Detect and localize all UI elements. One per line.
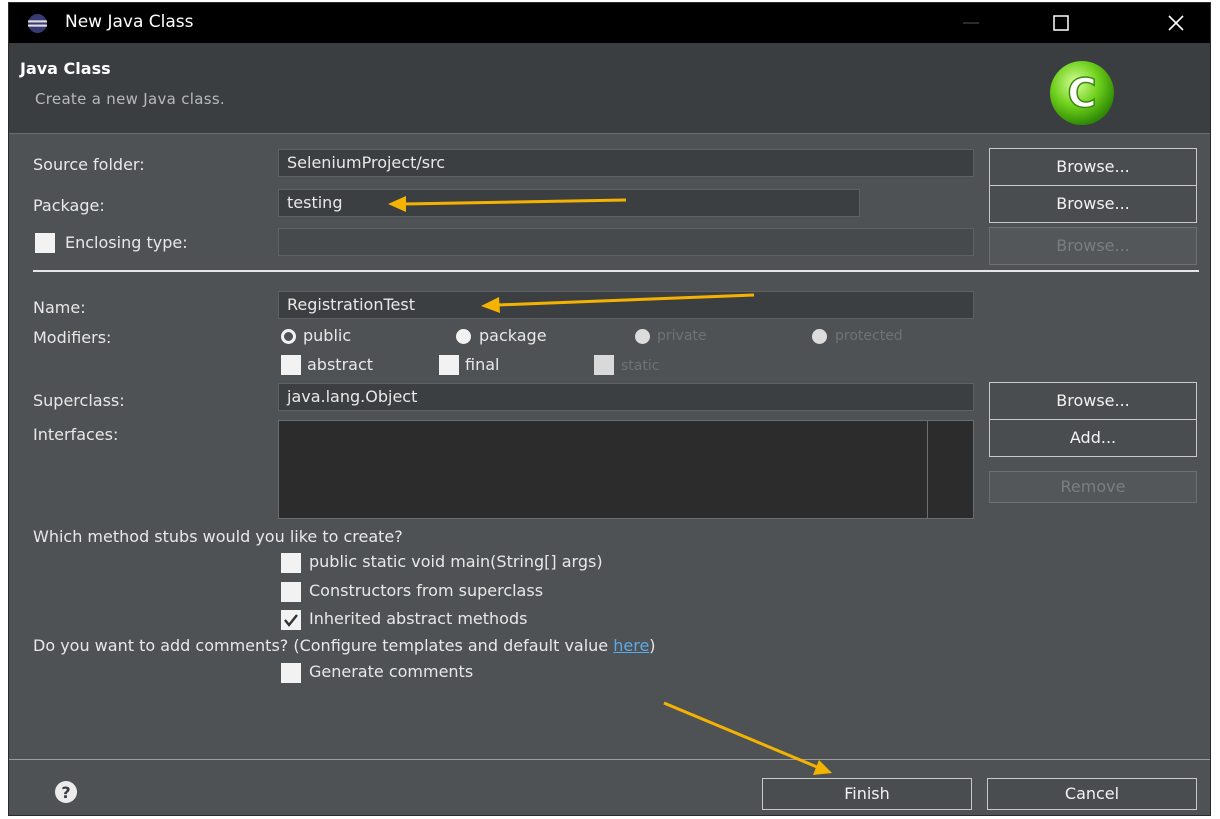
interfaces-add-button[interactable]: Add... [989,419,1197,457]
static-checkbox[interactable] [594,355,614,375]
checkmark-icon [284,614,298,627]
finish-button[interactable]: Finish [762,778,972,810]
abstract-label: abstract [307,355,374,374]
modifiers-label: Modifiers: [33,328,112,347]
generate-comments-label: Generate comments [309,662,474,681]
final-checkbox[interactable] [439,355,459,375]
maximize-icon [1053,15,1069,31]
superclass-label: Superclass: [33,391,125,410]
annotation-arrow-finish [663,701,832,775]
eclipse-icon [28,14,47,33]
help-icon[interactable]: ? [54,780,78,804]
title-bar: New Java Class [9,3,1210,43]
comments-question-text: Do you want to add comments? (Configure … [33,636,614,655]
inherited-abstract-checkbox[interactable] [281,610,301,630]
svg-text:C: C [1067,71,1096,117]
name-field[interactable]: RegistrationTest [278,291,974,319]
enclosing-type-checkbox[interactable] [35,233,55,253]
comments-question: Do you want to add comments? (Configure … [33,636,656,655]
new-java-class-dialog: New Java Class Java Class Create a new J… [8,2,1211,816]
comments-question-end: ) [649,636,656,655]
enclosing-type-browse-button[interactable]: Browse... [989,227,1197,265]
superclass-browse-button[interactable]: Browse... [989,382,1197,420]
source-folder-browse-button[interactable]: Browse... [989,148,1197,186]
source-folder-field[interactable]: SeleniumProject/src [278,149,974,177]
package-radio[interactable] [456,329,471,344]
footer-separator [9,759,1210,760]
interfaces-label: Interfaces: [33,425,119,444]
final-label: final [465,355,500,374]
public-label: public [303,326,352,345]
minimize-button[interactable] [941,3,1001,43]
cancel-button[interactable]: Cancel [987,778,1197,810]
protected-radio[interactable] [812,329,827,344]
constructors-label: Constructors from superclass [309,581,544,600]
package-label: Package: [33,196,105,215]
configure-templates-link[interactable]: here [613,636,649,655]
window-title: New Java Class [65,12,194,32]
main-method-label: public static void main(String[] args) [309,552,603,571]
static-label: static [621,358,660,374]
public-radio[interactable] [281,329,296,344]
interfaces-list[interactable] [278,420,974,519]
main-method-checkbox[interactable] [281,553,301,573]
separator [33,270,1199,272]
header-banner: Java Class Create a new Java class. C [9,43,1210,134]
banner-description: Create a new Java class. [35,90,225,108]
private-radio[interactable] [635,329,650,344]
interfaces-remove-button[interactable]: Remove [989,471,1197,503]
source-folder-label: Source folder: [33,155,145,174]
interfaces-scrollbar[interactable] [927,421,973,518]
inherited-abstract-label: Inherited abstract methods [309,609,528,628]
maximize-button[interactable] [1031,3,1091,43]
protected-label: protected [835,328,903,344]
generate-comments-checkbox[interactable] [281,663,301,683]
new-class-c-icon: C [1050,61,1114,125]
private-label: private [657,328,707,344]
close-icon [1168,15,1184,31]
name-label: Name: [33,298,86,317]
superclass-field[interactable]: java.lang.Object [278,383,974,411]
enclosing-type-label: Enclosing type: [65,233,188,252]
package-field[interactable]: testing [278,189,860,217]
package-browse-button[interactable]: Browse... [989,185,1197,223]
close-button[interactable] [1147,3,1207,43]
package-modifier-label: package [479,326,547,345]
abstract-checkbox[interactable] [281,355,301,375]
banner-title: Java Class [20,59,111,78]
svg-text:?: ? [61,783,70,802]
constructors-checkbox[interactable] [281,582,301,602]
method-stubs-question: Which method stubs would you like to cre… [33,527,403,546]
enclosing-type-field[interactable] [278,228,974,256]
minimize-icon [963,22,979,24]
